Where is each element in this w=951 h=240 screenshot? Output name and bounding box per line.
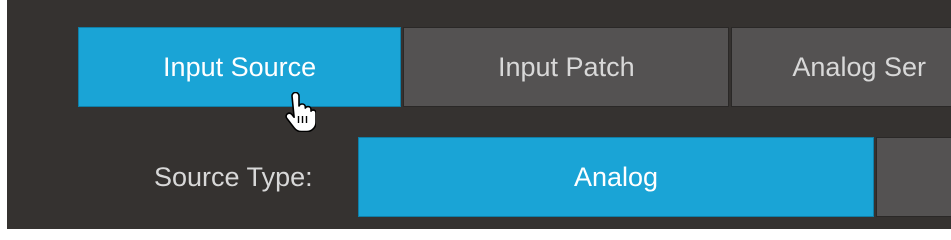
tab-input-patch[interactable]: Input Patch <box>403 27 730 107</box>
screenshot-stage: Input Source Input Patch Analog Ser Sour… <box>0 0 951 229</box>
source-type-label: Source Type: <box>154 162 313 192</box>
tab-analog-ser[interactable]: Analog Ser <box>731 27 951 107</box>
tab-label: Analog Ser <box>792 51 926 82</box>
hand-pointer-icon <box>285 92 316 132</box>
option-label: Analog <box>573 161 659 192</box>
tab-input-source[interactable]: Input Source <box>78 27 402 107</box>
tab-label: Input Patch <box>498 51 635 82</box>
source-type-row: Source Type: Analog <box>0 137 951 217</box>
tab-label: Input Source <box>163 51 317 82</box>
source-type-option-next[interactable] <box>876 137 951 217</box>
source-type-option-analog[interactable]: Analog <box>358 137 874 217</box>
tab-bar: Input Source Input Patch Analog Ser <box>78 27 951 109</box>
